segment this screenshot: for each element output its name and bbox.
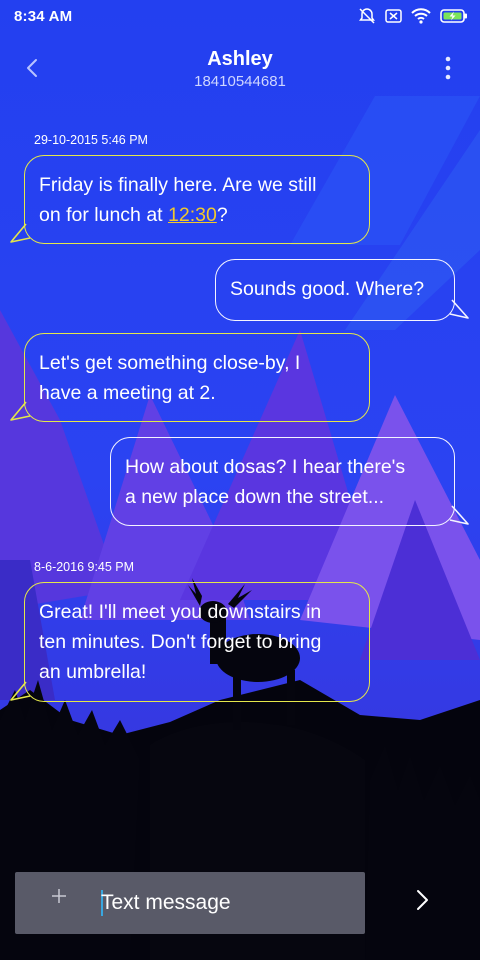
message-text-line: a new place down the street... [125, 486, 385, 508]
incoming-message-bubble[interactable]: Let's get something close-by, I have a m… [24, 333, 370, 422]
bubble-tail [10, 401, 31, 421]
message-timestamp: 8-6-2016 9:45 PM [34, 560, 135, 574]
message-composer[interactable]: Text message [15, 872, 365, 934]
outgoing-message-bubble[interactable]: How about dosas? I hear there's a new pl… [110, 437, 455, 526]
bubble-tail [449, 299, 469, 319]
message-text-line: Great! I'll meet you downstairs in [39, 601, 322, 623]
messaging-screen: 8:34 AM Ashley 18410544681 29-10-2015 5:… [0, 0, 480, 960]
message-input[interactable]: Text message [101, 891, 231, 915]
chevron-right-icon[interactable] [412, 886, 434, 914]
message-text-line: on for lunch at 12:30? [39, 200, 355, 230]
battery-charging-icon [440, 9, 467, 23]
message-text-line: Sounds good. Where? [230, 278, 425, 300]
outgoing-message-bubble[interactable]: Sounds good. Where? [215, 259, 455, 321]
time-link[interactable]: 12:30 [168, 204, 217, 226]
bubble-tail [10, 681, 31, 701]
message-text-line: How about dosas? I hear there's [125, 456, 406, 478]
message-text-line: Let's get something close-by, I [39, 352, 301, 374]
message-text-line: have a meeting at 2. [39, 382, 216, 404]
contact-name: Ashley [207, 48, 273, 70]
contact-number: 18410544681 [194, 73, 286, 90]
bubble-tail [449, 505, 469, 525]
no-sim-icon [385, 9, 402, 23]
wifi-icon [411, 8, 431, 24]
message-text-segment: on for lunch at [39, 204, 168, 226]
message-text-line: an umbrella! [39, 661, 147, 683]
status-icons [358, 7, 468, 25]
status-time: 8:34 AM [14, 8, 73, 25]
conversation-header: Ashley 18410544681 [0, 40, 480, 100]
silent-alarm-icon [359, 8, 375, 24]
message-timestamp: 29-10-2015 5:46 PM [34, 133, 148, 147]
message-text-segment: ? [216, 204, 228, 226]
incoming-message-bubble[interactable]: Friday is finally here. Are we still on … [24, 155, 370, 244]
bubble-tail [10, 223, 31, 243]
status-bar: 8:34 AM [0, 0, 480, 34]
more-vertical-icon[interactable] [444, 56, 452, 80]
message-text-line: Friday is finally here. Are we still [39, 174, 317, 196]
incoming-message-bubble[interactable]: Great! I'll meet you downstairs in ten m… [24, 582, 370, 702]
message-text-line: ten minutes. Don't forget to bring [39, 631, 322, 653]
plus-icon[interactable] [51, 888, 67, 904]
